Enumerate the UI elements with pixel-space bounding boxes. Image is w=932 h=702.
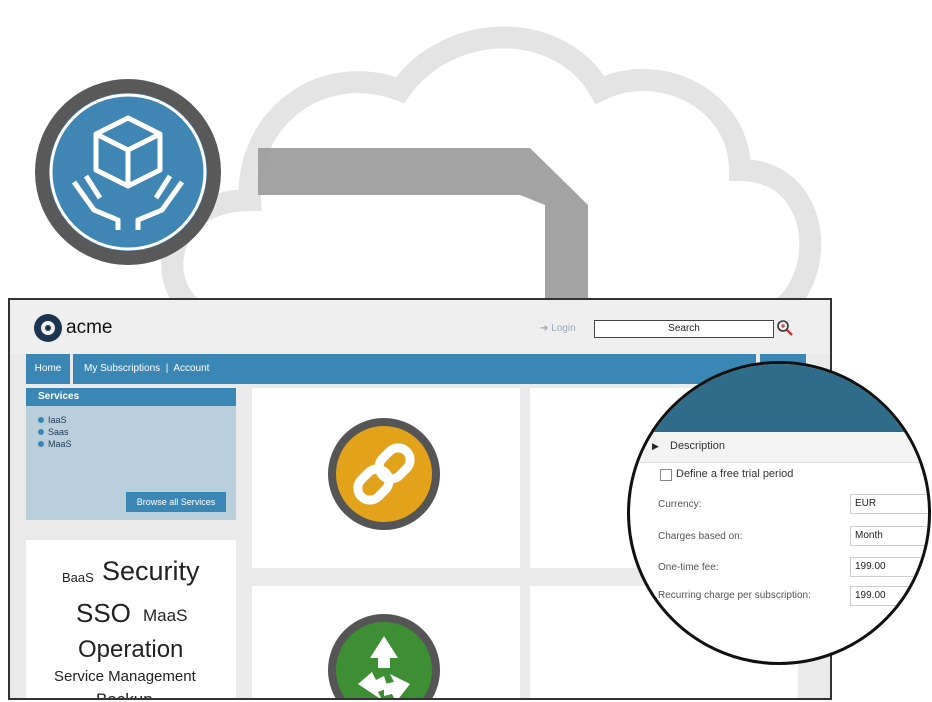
recurring-charge-label: Recurring charge per subscription: (658, 590, 811, 601)
charges-based-label: Charges based on: (658, 531, 743, 542)
nav-separator: | (165, 363, 169, 374)
nav-my-subscriptions-link[interactable]: My Subscriptions (84, 363, 160, 374)
browse-all-services-button[interactable]: Browse all Services (126, 492, 226, 512)
description-label: Description (670, 440, 726, 452)
app-header: acme ➔ Login Search (10, 300, 830, 354)
currency-label: Currency: (658, 499, 702, 510)
trial-checkbox[interactable] (660, 469, 672, 481)
services-panel: Services IaaS Saas MaaS Browse all Servi… (26, 388, 236, 520)
nav-account-link[interactable]: Account (173, 363, 209, 374)
tag-baas[interactable]: BaaS (62, 570, 94, 585)
search-input[interactable]: Search (594, 320, 774, 338)
expand-arrow-icon: ▶ (652, 441, 659, 451)
recurring-charge-input[interactable]: 199.00 (850, 586, 928, 606)
tag-security[interactable]: Security (102, 556, 200, 587)
service-item-iaas[interactable]: IaaS (38, 414, 72, 426)
link-icon (328, 418, 440, 530)
tag-maas[interactable]: MaaS (143, 606, 187, 626)
recycle-icon (328, 614, 440, 698)
service-item-saas[interactable]: Saas (38, 426, 72, 438)
tag-service-management[interactable]: Service Management (54, 668, 196, 685)
login-link[interactable]: ➔ Login (540, 323, 576, 334)
logo-text: acme (66, 317, 113, 338)
charges-based-select[interactable]: Month (850, 526, 928, 546)
search-icon[interactable] (776, 319, 794, 337)
trial-checkbox-label: Define a free trial period (676, 468, 794, 480)
nav-links: My Subscriptions | Account (84, 354, 209, 384)
description-bar[interactable]: ▶ Description (630, 432, 928, 463)
tag-backup[interactable]: Backup (96, 690, 153, 698)
magnifier-lens: ▶ Description Define a free trial period… (627, 361, 931, 665)
one-time-fee-label: One-time fee: (658, 562, 719, 573)
package-hands-icon (35, 79, 221, 265)
nav-home-link[interactable]: Home (26, 354, 73, 384)
tag-cloud: BaaS Security SSO MaaS Operation Service… (26, 540, 236, 698)
services-title: Services (26, 388, 236, 406)
one-time-fee-input[interactable]: 199.00 (850, 557, 928, 577)
magnified-header (630, 364, 928, 432)
services-list: IaaS Saas MaaS (38, 414, 72, 450)
acme-logo-icon (34, 314, 62, 342)
tag-sso[interactable]: SSO (76, 598, 131, 629)
currency-select[interactable]: EUR (850, 494, 928, 514)
tag-operation[interactable]: Operation (78, 636, 183, 664)
login-arrow-icon: ➔ (540, 323, 552, 334)
service-item-maas[interactable]: MaaS (38, 438, 72, 450)
